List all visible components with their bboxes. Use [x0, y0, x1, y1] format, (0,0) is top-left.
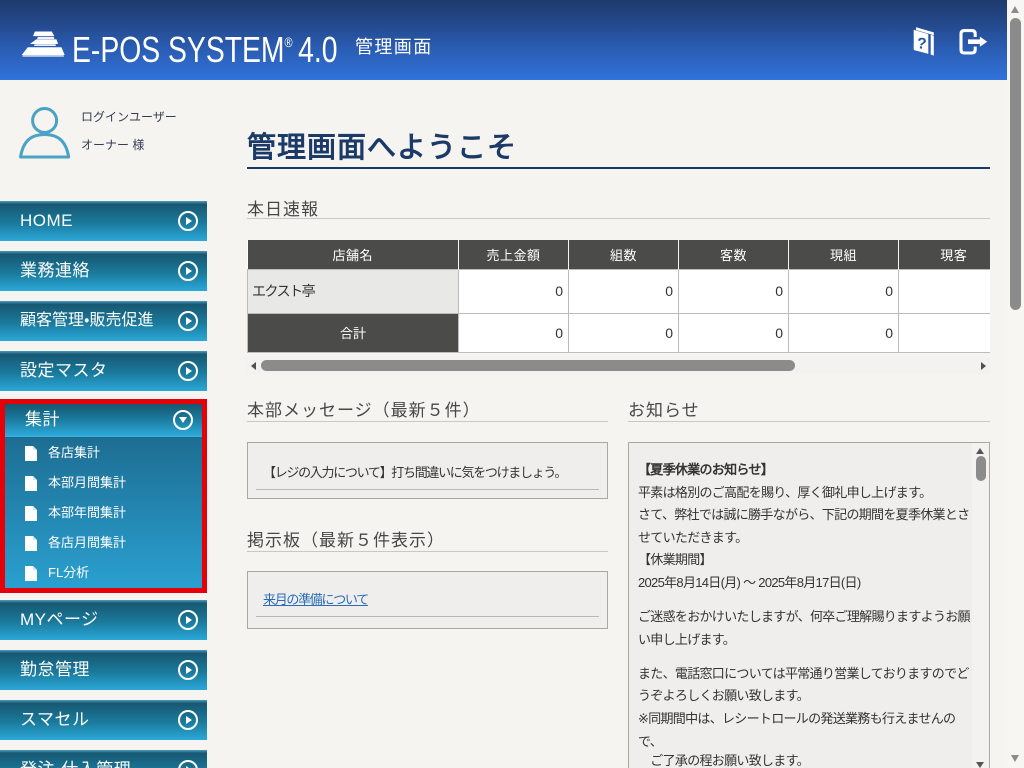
svg-text:?: ?: [916, 35, 927, 53]
